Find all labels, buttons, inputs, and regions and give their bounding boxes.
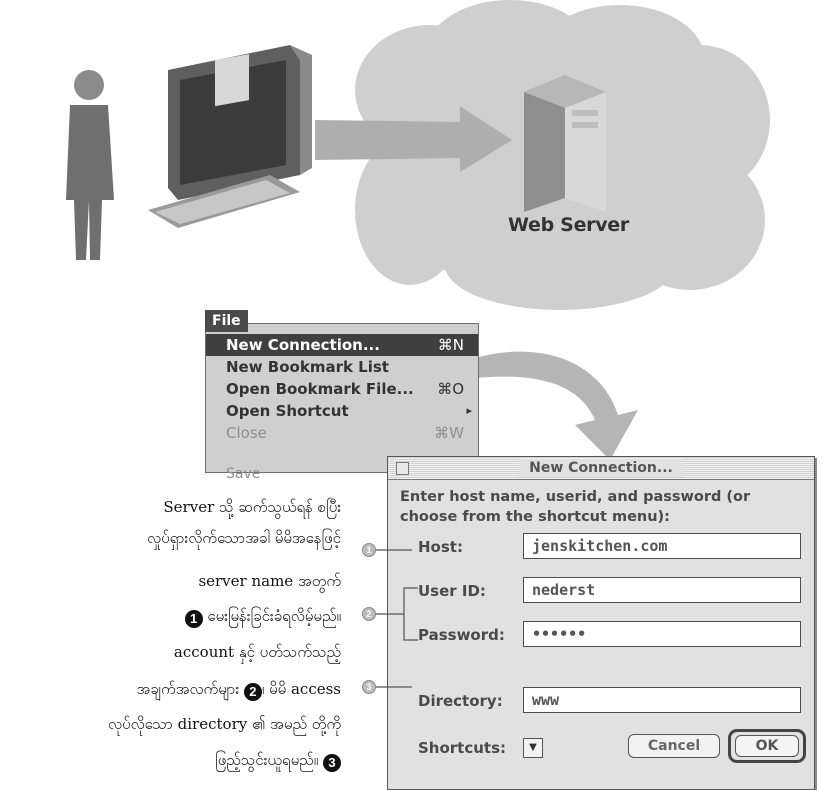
callout-badge-3: 3	[362, 680, 376, 694]
file-menu: File New Connection... ⌘N New Bookmark L…	[205, 310, 479, 482]
menu-to-dialog-arrow	[475, 351, 638, 460]
menu-item-open-shortcut[interactable]: Open Shortcut ▸	[206, 400, 478, 422]
menu-item-label: New Connection...	[226, 336, 380, 354]
menu-item-save: Save	[226, 466, 261, 482]
host-input[interactable]: jenskitchen.com	[523, 533, 801, 559]
host-label: Host:	[418, 538, 463, 556]
menu-item-open-bookmark-file[interactable]: Open Bookmark File... ⌘O	[206, 378, 478, 400]
step-number-1: 1	[184, 610, 203, 628]
menu-item-shortcut: ⌘N	[437, 336, 464, 354]
explanation-line-6: အချက်အလက်များ 2 ၊ မိမိ access	[136, 680, 341, 701]
menu-item-new-connection[interactable]: New Connection... ⌘N	[206, 334, 478, 356]
shortcuts-popup-button[interactable]: ▼	[523, 738, 543, 758]
menu-item-shortcut: ⌘O	[437, 380, 464, 398]
dialog-instructions: Enter host name, userid, and password (o…	[400, 489, 751, 525]
explanation-line-4: 1 မေးမြန်းခြင်းခံရလိမ့်မည်။	[184, 607, 341, 629]
explanation-line-7: လုပ်လိုသော directory ၏ အမည် တို့ကို	[107, 715, 341, 733]
callout-badge-1: 1	[362, 543, 376, 557]
dialog-titlebar[interactable]: New Connection...	[388, 457, 814, 480]
explanation-line-3: server name အတွက်	[198, 572, 341, 590]
submenu-arrow-icon: ▸	[466, 404, 472, 417]
password-input[interactable]: ••••••	[523, 621, 801, 647]
network-illustration	[66, 0, 770, 310]
user-id-input[interactable]: nederst	[523, 577, 801, 603]
menu-item-close: Close ⌘W	[206, 422, 478, 444]
directory-label: Directory:	[418, 692, 503, 710]
default-button-ring: OK	[728, 729, 806, 763]
explanation-line-2: လှုပ်ရှားလိုက်သောအခါ မိမိအနေဖြင့်	[147, 529, 341, 547]
password-label: Password:	[418, 626, 505, 644]
menu-item-label: New Bookmark List	[226, 358, 389, 376]
shortcuts-label: Shortcuts:	[418, 739, 507, 757]
ok-button[interactable]: OK	[735, 735, 799, 757]
directory-input[interactable]: www	[523, 687, 801, 713]
callout-lines	[372, 549, 418, 688]
menu-item-label: Open Bookmark File...	[226, 380, 414, 398]
menu-item-new-bookmark-list[interactable]: New Bookmark List	[206, 356, 478, 378]
menu-item-label: Open Shortcut	[226, 402, 349, 420]
dialog-title: New Connection...	[519, 459, 683, 477]
server-icon	[524, 75, 606, 212]
callout-badge-2: 2	[362, 607, 376, 621]
user-id-label: User ID:	[418, 582, 486, 600]
computer-icon	[148, 45, 312, 228]
close-box-icon[interactable]	[396, 462, 409, 475]
menu-item-label: Close	[226, 424, 267, 442]
person-icon	[66, 70, 114, 260]
menu-item-shortcut: ⌘W	[434, 424, 464, 442]
web-server-label: Web Server	[508, 214, 629, 236]
explanation-line-8: ဖြည့်သွင်းယူရမည်။ 3	[215, 751, 341, 773]
step-number-2: 2	[243, 683, 262, 701]
file-menu-title[interactable]: File	[205, 310, 248, 332]
explanation-line-5: account နှင့် ပတ်သက်သည့်	[173, 643, 341, 661]
new-connection-dialog: New Connection... Enter host name, useri…	[387, 456, 815, 790]
step-number-3: 3	[323, 754, 341, 772]
explanation-line-1: Server သို့ ဆက်သွယ်ရန် စပြီး	[163, 498, 341, 516]
dropdown-triangle-icon: ▼	[529, 742, 537, 753]
cancel-button[interactable]: Cancel	[628, 734, 720, 758]
